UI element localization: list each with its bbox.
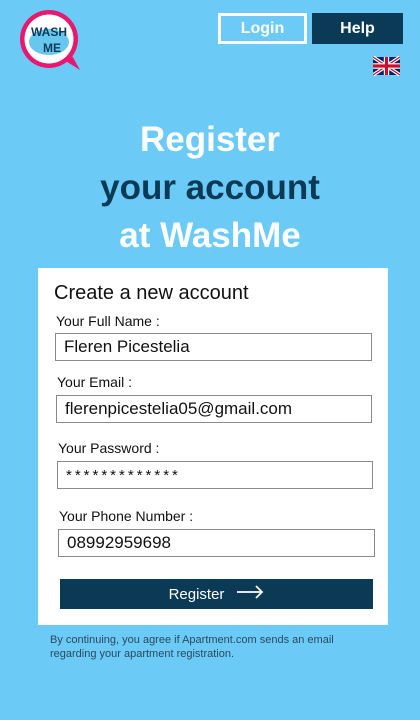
- registration-form: Create a new account Your Full Name : Fl…: [38, 268, 388, 625]
- form-title: Create a new account: [54, 282, 249, 304]
- login-button[interactable]: Login: [218, 13, 307, 44]
- hero-line-1: Register: [139, 120, 281, 159]
- register-button-label: Register: [168, 585, 225, 603]
- uk-flag-icon[interactable]: [372, 55, 401, 77]
- hero-line-2: your account: [100, 168, 320, 207]
- washme-logo[interactable]: WASH ME: [18, 8, 84, 72]
- email-field[interactable]: flerenpicestelia05@gmail.com: [56, 395, 372, 423]
- arrow-right-icon: [236, 585, 264, 603]
- full-name-field[interactable]: Fleren Picestelia: [55, 333, 372, 361]
- phone-label: Your Phone Number :: [59, 508, 194, 524]
- phone-field[interactable]: 08992959698: [58, 529, 375, 557]
- svg-text:ME: ME: [43, 41, 61, 55]
- email-label: Your Email :: [57, 374, 132, 390]
- svg-text:WASH: WASH: [31, 25, 67, 39]
- hero-heading: Register your account at WashMe: [0, 116, 420, 260]
- hero-line-3: at WashMe: [119, 216, 301, 255]
- password-field[interactable]: *************: [57, 461, 373, 489]
- help-button[interactable]: Help: [312, 13, 403, 44]
- consent-note: By continuing, you agree if Apartment.co…: [50, 634, 334, 660]
- password-label: Your Password :: [58, 440, 160, 456]
- register-button[interactable]: Register: [60, 579, 373, 609]
- full-name-label: Your Full Name :: [56, 313, 160, 329]
